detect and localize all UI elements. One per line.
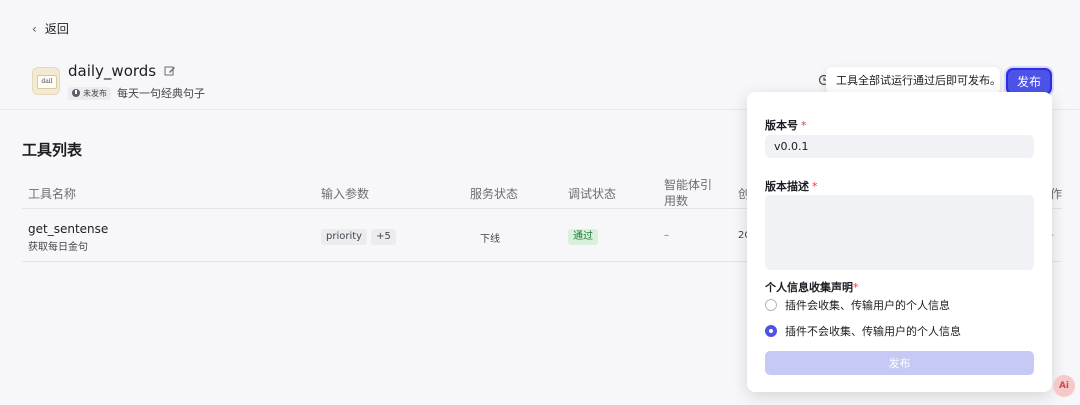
radio-no-collect[interactable]: 插件不会收集、传输用户的个人信息 xyxy=(765,323,961,339)
column-header: 调试状态 xyxy=(568,187,617,201)
version-label-text: 版本号 xyxy=(765,119,798,132)
radio-no-collect-label: 插件不会收集、传输用户的个人信息 xyxy=(785,325,961,338)
radio-collect-label: 插件会收集、传输用户的个人信息 xyxy=(785,299,950,312)
status-badge: 未发布 xyxy=(68,86,111,100)
desc-label-text: 版本描述 xyxy=(765,180,809,193)
plugin-avatar-note: dail xyxy=(37,75,57,89)
version-input[interactable] xyxy=(765,135,1034,158)
info-icon xyxy=(72,89,80,97)
required-mark: * xyxy=(812,180,818,193)
publish-popover: 版本号* 版本描述* 个人信息收集声明* 插件会收集、传输用户的个人信息 插件不… xyxy=(747,92,1052,392)
version-desc-textarea[interactable] xyxy=(765,195,1034,270)
edit-icon[interactable] xyxy=(164,65,176,77)
column-header: 服务状态 xyxy=(470,187,519,201)
tool-desc: 获取每日金句 xyxy=(28,242,88,253)
param-more-tag[interactable]: +5 xyxy=(371,229,396,245)
tool-name: get_sentense xyxy=(28,222,109,236)
service-status: 下线 xyxy=(480,234,500,245)
required-mark: * xyxy=(801,119,807,132)
radio-collect[interactable]: 插件会收集、传输用户的个人信息 xyxy=(765,297,950,313)
assistant-float-button[interactable]: Ai xyxy=(1053,375,1075,397)
publish-button[interactable]: 发布 xyxy=(1006,68,1052,95)
required-mark: * xyxy=(853,281,859,294)
back-button[interactable]: ‹ 返回 xyxy=(32,20,69,37)
column-header: 工具名称 xyxy=(28,187,77,201)
column-header: 智能体引用数 xyxy=(664,178,713,208)
param-tags: priority +5 xyxy=(321,229,396,245)
privacy-label-text: 个人信息收集声明 xyxy=(765,281,853,294)
back-label: 返回 xyxy=(44,22,69,36)
status-badge-label: 未发布 xyxy=(83,88,107,98)
tool-list-title: 工具列表 xyxy=(22,141,83,159)
desc-label: 版本描述 * xyxy=(765,178,818,194)
submit-publish-button[interactable]: 发布 xyxy=(765,351,1034,375)
privacy-label: 个人信息收集声明* xyxy=(765,279,859,295)
column-header: 输入参数 xyxy=(321,187,370,201)
debug-status-badge: 通过 xyxy=(568,229,598,245)
radio-unchecked[interactable] xyxy=(765,299,777,311)
plugin-name: daily_words xyxy=(68,62,157,80)
plugin-description: 每天一句经典句子 xyxy=(117,87,205,100)
plugin-subline: 未发布 每天一句经典句子 xyxy=(68,85,205,101)
version-label: 版本号 * xyxy=(765,117,807,133)
agent-refs: – xyxy=(664,230,669,241)
plugin-avatar: dail xyxy=(32,67,60,95)
plugin-title: daily_words xyxy=(68,62,176,80)
chevron-left-icon: ‹ xyxy=(32,21,37,36)
param-tag: priority xyxy=(321,229,368,245)
publish-tooltip: 工具全部试运行通过后即可发布。 xyxy=(826,67,1001,94)
radio-checked[interactable] xyxy=(765,325,777,337)
